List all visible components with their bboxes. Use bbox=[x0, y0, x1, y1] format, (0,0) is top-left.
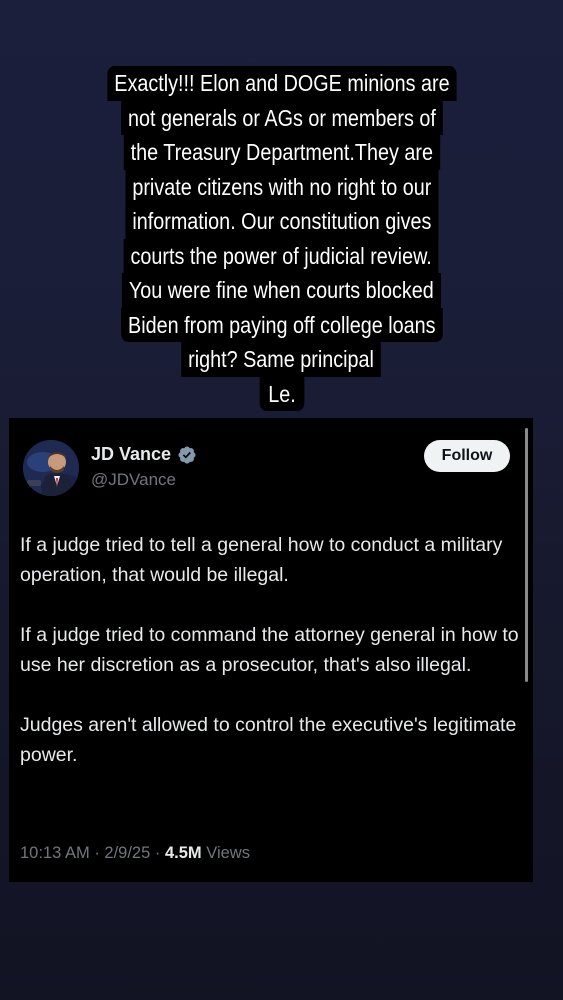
caption-line: right? Same principal bbox=[181, 342, 382, 377]
meta-separator: · bbox=[154, 844, 161, 862]
author-name[interactable]: JD Vance bbox=[91, 444, 197, 465]
author-name-text: JD Vance bbox=[91, 444, 172, 464]
tweet-paragraph: Judges aren't allowed to control the exe… bbox=[20, 714, 517, 766]
tweet-paragraph: If a judge tried to command the attorney… bbox=[20, 624, 519, 676]
tweet-card: JD Vance @JDVance Follow If a judge trie… bbox=[9, 418, 533, 882]
avatar[interactable] bbox=[23, 440, 79, 496]
caption-line: courts the power of judicial review. bbox=[123, 238, 440, 273]
caption-line: not generals or AGs or members of bbox=[120, 100, 443, 135]
story-caption: Exactly!!! Elon and DOGE minions are not… bbox=[0, 66, 563, 411]
caption-line: Exactly!!! Elon and DOGE minions are bbox=[106, 66, 457, 101]
tweet-date[interactable]: 2/9/25 bbox=[104, 844, 150, 862]
views-count: 4.5M bbox=[164, 844, 202, 862]
follow-button[interactable]: Follow bbox=[424, 440, 510, 472]
caption-line: Biden from paying off college loans bbox=[120, 307, 443, 342]
tweet-time[interactable]: 10:13 AM bbox=[20, 844, 90, 862]
meta-separator: · bbox=[94, 844, 100, 862]
avatar-photo bbox=[23, 440, 79, 496]
views-label: Views bbox=[206, 844, 250, 862]
caption-line: private citizens with no right to our bbox=[125, 169, 438, 204]
caption-line: the Treasury Department.They are bbox=[123, 135, 440, 170]
author-handle[interactable]: @JDVance bbox=[91, 470, 176, 490]
scrollbar[interactable] bbox=[525, 428, 528, 682]
caption-line: You were fine when courts blocked bbox=[122, 273, 441, 308]
verified-badge-icon bbox=[177, 445, 197, 465]
tweet-body: If a judge tried to tell a general how t… bbox=[20, 530, 520, 800]
tweet-paragraph: If a judge tried to tell a general how t… bbox=[20, 534, 503, 586]
caption-line: information. Our constitution gives bbox=[125, 204, 438, 239]
caption-line: Le. bbox=[259, 376, 304, 411]
tweet-meta: 10:13 AM · 2/9/25 · 4.5M Views bbox=[20, 844, 250, 863]
